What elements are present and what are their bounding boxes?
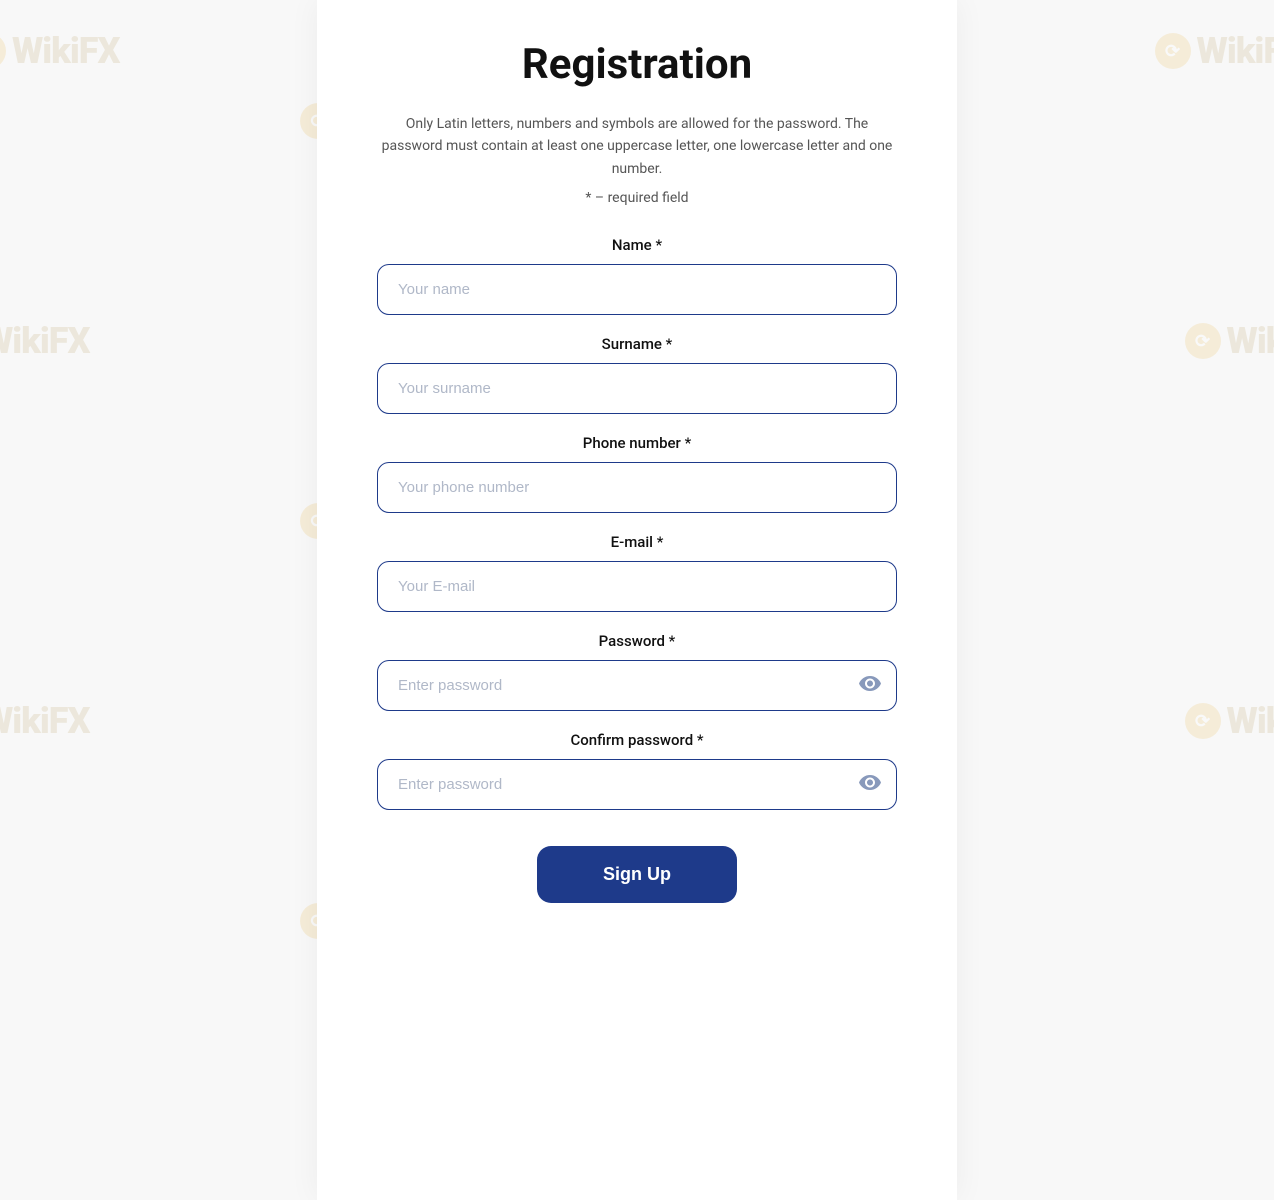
watermark-logo-mr: ⟳ (1185, 323, 1221, 359)
watermark-mid-left: ⟳ WikiFX (0, 320, 89, 362)
confirm-password-label: Confirm password * (377, 731, 897, 749)
watermark-text: WikiFX (12, 30, 119, 72)
phone-label: Phone number * (377, 434, 897, 452)
watermark-top-right: ⟳ WikiFX (1155, 30, 1274, 72)
password-group: Password * (377, 632, 897, 711)
signup-button[interactable]: Sign Up (537, 846, 737, 903)
watermark-top-left: ⟳ WikiFX (0, 30, 119, 72)
surname-label: Surname * (377, 335, 897, 353)
watermark-logo-br: ⟳ (1185, 703, 1221, 739)
confirm-password-input[interactable] (377, 759, 897, 810)
watermark-text-mr: WikiFX (1227, 320, 1274, 362)
confirm-password-input-wrapper (377, 759, 897, 810)
description-text: Only Latin letters, numbers and symbols … (377, 113, 897, 180)
watermark-text-br: WikiFX (1227, 700, 1274, 742)
watermark-text-ml: WikiFX (0, 320, 89, 362)
watermark-text-bl: WikiFX (0, 700, 89, 742)
name-input-wrapper (377, 264, 897, 315)
email-input[interactable] (377, 561, 897, 612)
name-label: Name * (377, 236, 897, 254)
watermark-text-tr: WikiFX (1197, 30, 1274, 72)
watermark-bot-left: ⟳ WikiFX (0, 700, 89, 742)
email-group: E-mail * (377, 533, 897, 612)
watermark-mid-right: ⟳ WikiFX (1185, 320, 1274, 362)
registration-form: Name * Surname * Phone number * (377, 236, 897, 903)
watermark-logo: ⟳ (0, 33, 6, 69)
email-input-wrapper (377, 561, 897, 612)
required-note: * – required field (377, 190, 897, 206)
surname-input-wrapper (377, 363, 897, 414)
watermark-bot-right: ⟳ WikiFX (1185, 700, 1274, 742)
password-input[interactable] (377, 660, 897, 711)
name-input[interactable] (377, 264, 897, 315)
phone-input-wrapper (377, 462, 897, 513)
surname-input[interactable] (377, 363, 897, 414)
password-input-wrapper (377, 660, 897, 711)
main-content: Registration Only Latin letters, numbers… (317, 0, 957, 1200)
confirm-password-group: Confirm password * (377, 731, 897, 810)
page-wrapper: ⟳ WikiFX ⟳ WikiFX ⟳ WikiFX ⟳ WikiFX ⟳ Wi… (0, 0, 1274, 1200)
confirm-password-toggle-icon[interactable] (859, 774, 881, 795)
email-label: E-mail * (377, 533, 897, 551)
page-title: Registration (377, 40, 897, 89)
password-toggle-icon[interactable] (859, 675, 881, 696)
phone-input[interactable] (377, 462, 897, 513)
password-label: Password * (377, 632, 897, 650)
watermark-logo-tr: ⟳ (1155, 33, 1191, 69)
surname-group: Surname * (377, 335, 897, 414)
name-group: Name * (377, 236, 897, 315)
phone-group: Phone number * (377, 434, 897, 513)
